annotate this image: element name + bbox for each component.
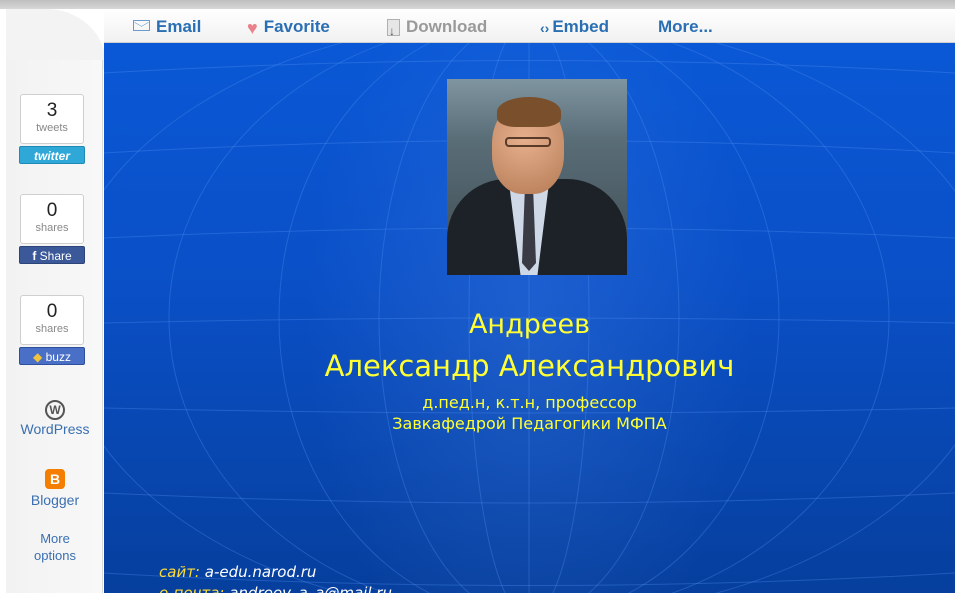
twitter-button[interactable]: twitter bbox=[19, 146, 85, 164]
download-label: Download bbox=[406, 17, 488, 36]
wordpress-icon: W bbox=[45, 400, 65, 420]
favorite-button[interactable]: ♥ Favorite bbox=[247, 17, 330, 38]
slide-position: Завкафедрой Педагогики МФПА bbox=[392, 414, 667, 433]
wordpress-label: WordPress bbox=[20, 421, 90, 437]
embed-label: Embed bbox=[552, 17, 610, 36]
email-line-label: е-почта: bbox=[159, 584, 225, 593]
buzz-count: 0 bbox=[46, 301, 58, 322]
top-strip bbox=[0, 0, 955, 9]
slide-degree: д.пед.н, к.т.н, профессор bbox=[422, 393, 637, 412]
more-options-line1: More bbox=[40, 531, 70, 546]
facebook-counter: 0 shares f Share bbox=[17, 194, 87, 264]
heart-icon: ♥ bbox=[247, 17, 258, 38]
wordpress-link[interactable]: W WordPress bbox=[8, 400, 102, 438]
site-label: сайт: bbox=[159, 563, 200, 581]
more-button[interactable]: More... bbox=[658, 17, 713, 37]
buzz-label: buzz bbox=[45, 350, 71, 364]
embed-button[interactable]: ‹› Embed bbox=[540, 17, 609, 38]
site-value: a-edu.narod.ru bbox=[204, 563, 317, 581]
slide-toolbar: Email ♥ Favorite Download ‹›Embed More... bbox=[104, 9, 955, 43]
buzz-button[interactable]: ◆ buzz bbox=[19, 347, 85, 365]
download-button[interactable]: Download bbox=[387, 17, 488, 41]
blogger-link[interactable]: B Blogger bbox=[8, 469, 102, 509]
facebook-count: 0 bbox=[46, 200, 58, 221]
buzz-count-box: 0 shares bbox=[20, 295, 84, 345]
facebook-count-box: 0 shares bbox=[20, 194, 84, 244]
buzz-counter: 0 shares ◆ buzz bbox=[17, 295, 87, 365]
portrait-photo bbox=[447, 79, 627, 275]
tweet-count: 3 bbox=[46, 100, 58, 121]
code-brackets-icon: ‹› bbox=[540, 19, 550, 36]
facebook-count-unit: shares bbox=[35, 222, 69, 234]
tweet-count-box: 3 tweets bbox=[20, 94, 84, 144]
buzz-count-unit: shares bbox=[35, 323, 69, 335]
facebook-share-button[interactable]: f Share bbox=[19, 246, 85, 264]
more-options-link[interactable]: More options bbox=[8, 530, 102, 564]
twitter-counter: 3 tweets twitter bbox=[17, 94, 87, 164]
buzz-icon: ◆ bbox=[33, 350, 46, 364]
email-label: Email bbox=[156, 17, 202, 36]
blogger-icon: B bbox=[45, 469, 65, 489]
tweet-count-unit: tweets bbox=[36, 122, 68, 134]
envelope-icon bbox=[133, 20, 150, 32]
favorite-label: Favorite bbox=[263, 17, 330, 36]
email-line-value: andreev_a_a@mail.ru bbox=[229, 584, 392, 593]
more-options-line2: options bbox=[34, 548, 76, 563]
download-icon bbox=[387, 19, 400, 41]
blogger-label: Blogger bbox=[30, 492, 80, 508]
facebook-share-label: Share bbox=[39, 249, 72, 263]
photo-hair bbox=[497, 97, 561, 127]
photo-glasses bbox=[505, 137, 551, 147]
slide-full-name: Александр Александрович bbox=[324, 349, 735, 383]
email-line: е-почта: andreev_a_a@mail.ru bbox=[159, 584, 392, 593]
slide-surname: Андреев bbox=[468, 309, 591, 340]
facebook-f-icon: f bbox=[32, 249, 40, 263]
site-line: сайт: a-edu.narod.ru bbox=[159, 563, 316, 581]
presentation-slide: Андреев Александр Александрович д.пед.н,… bbox=[104, 43, 955, 593]
email-button[interactable]: Email bbox=[133, 17, 201, 37]
